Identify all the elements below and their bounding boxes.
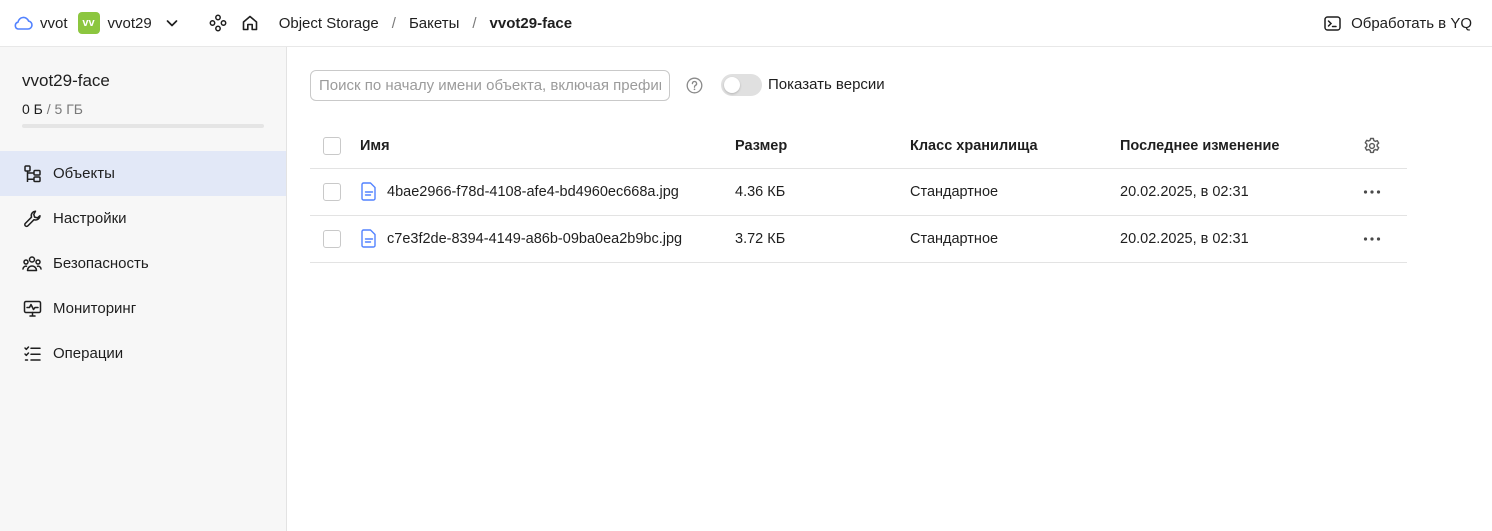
process-in-yq-button[interactable]: Обработать в YQ — [1324, 0, 1472, 47]
search-input[interactable] — [310, 70, 670, 101]
sidebar-item-operations[interactable]: Операции — [0, 331, 286, 376]
column-header-storage-class[interactable]: Класс хранилища — [910, 124, 1120, 169]
breadcrumb-object-storage[interactable]: Object Storage — [279, 15, 379, 32]
sidebar-item-label: Настройки — [53, 210, 127, 227]
select-all-checkbox[interactable] — [323, 136, 341, 155]
services-icon[interactable] — [208, 13, 228, 33]
show-versions-toggle[interactable] — [721, 74, 762, 96]
size-cell: 4.36 КБ — [735, 168, 910, 216]
sidebar-item-label: Мониторинг — [53, 300, 137, 317]
process-in-yq-label: Обработать в YQ — [1351, 15, 1472, 32]
breadcrumb-buckets[interactable]: Бакеты — [409, 15, 459, 32]
cloud-name: vvot — [40, 14, 68, 32]
more-actions-icon[interactable] — [1360, 227, 1384, 251]
sidebar: vvot29-face 0 Б / 5 ГБ Объекты Настройки… — [0, 47, 287, 531]
breadcrumb-separator: / — [472, 14, 477, 32]
name-cell: 4bae2966-f78d-4108-afe4-bd4960ec668a.jpg — [360, 168, 735, 216]
row-checkbox[interactable] — [323, 229, 341, 248]
show-versions-label: Показать версии — [768, 76, 885, 93]
top-bar: vvot vv vvot29 Object Storage / Бакеты /… — [0, 0, 1492, 47]
sidebar-item-monitoring[interactable]: Мониторинг — [0, 286, 286, 331]
monitor-icon — [22, 299, 42, 319]
row-checkbox[interactable] — [323, 182, 341, 201]
usage-used: 0 Б — [22, 101, 43, 117]
help-icon[interactable] — [686, 77, 703, 94]
wrench-icon — [22, 209, 42, 229]
chevron-down-icon[interactable] — [164, 15, 180, 31]
file-name-link[interactable]: 4bae2966-f78d-4108-afe4-bd4960ec668a.jpg — [387, 184, 679, 200]
sidebar-item-label: Безопасность — [53, 255, 149, 272]
folder-badge: vv — [77, 12, 100, 34]
sidebar-item-label: Операции — [53, 345, 124, 362]
objects-table: Имя Размер Класс хранилища Последнее изм… — [310, 124, 1407, 263]
row-actions-cell — [1360, 168, 1407, 216]
name-cell: c7e3f2de-8394-4149-a86b-09ba0ea2b9bc.jpg — [360, 215, 735, 263]
column-header-name[interactable]: Имя — [360, 124, 735, 169]
more-actions-icon[interactable] — [1360, 180, 1384, 204]
gear-icon[interactable] — [1360, 134, 1384, 158]
file-icon — [360, 182, 378, 202]
modified-cell: 20.02.2025, в 02:31 — [1120, 168, 1360, 216]
row-actions-cell — [1360, 215, 1407, 263]
sidebar-item-settings[interactable]: Настройки — [0, 196, 286, 241]
file-icon — [360, 229, 378, 249]
users-icon — [22, 254, 42, 274]
sidebar-item-objects[interactable]: Объекты — [0, 151, 286, 196]
column-header-size[interactable]: Размер — [735, 124, 910, 169]
table-header-row: Имя Размер Класс хранилища Последнее изм… — [310, 124, 1407, 169]
usage-total: / 5 ГБ — [46, 101, 83, 117]
storage-class-cell: Стандартное — [910, 168, 1120, 216]
header-settings-cell — [1360, 124, 1407, 169]
breadcrumb-separator: / — [391, 14, 396, 32]
file-name-link[interactable]: c7e3f2de-8394-4149-a86b-09ba0ea2b9bc.jpg — [387, 231, 682, 247]
folder-name: vvot29 — [107, 14, 152, 32]
storage-class-cell: Стандартное — [910, 215, 1120, 263]
cloud-switcher[interactable]: vvot vv vvot29 — [0, 0, 180, 46]
table-row[interactable]: c7e3f2de-8394-4149-a86b-09ba0ea2b9bc.jpg… — [310, 215, 1407, 263]
breadcrumb-current-bucket: vvot29-face — [489, 14, 573, 32]
column-header-modified[interactable]: Последнее изменение — [1120, 124, 1360, 169]
breadcrumb: Object Storage / Бакеты / vvot29-face — [279, 15, 572, 32]
usage-progress-bar — [22, 124, 264, 128]
sidebar-nav: Объекты Настройки Безопасность Мониторин… — [0, 151, 286, 376]
bucket-name: vvot29-face — [22, 71, 110, 90]
modified-cell: 20.02.2025, в 02:31 — [1120, 215, 1360, 263]
bucket-usage: 0 Б / 5 ГБ — [22, 101, 83, 117]
sidebar-item-label: Объекты — [53, 165, 115, 182]
header-checkbox-cell — [310, 124, 360, 169]
row-checkbox-cell — [310, 168, 360, 216]
list-icon — [22, 344, 42, 364]
terminal-icon — [1324, 16, 1341, 31]
toggle-knob — [724, 77, 740, 93]
table-row[interactable]: 4bae2966-f78d-4108-afe4-bd4960ec668a.jpg… — [310, 168, 1407, 216]
objects-icon — [22, 164, 42, 184]
sidebar-item-security[interactable]: Безопасность — [0, 241, 286, 286]
home-icon[interactable] — [240, 13, 260, 33]
cloud-icon — [12, 12, 34, 34]
row-checkbox-cell — [310, 215, 360, 263]
size-cell: 3.72 КБ — [735, 215, 910, 263]
